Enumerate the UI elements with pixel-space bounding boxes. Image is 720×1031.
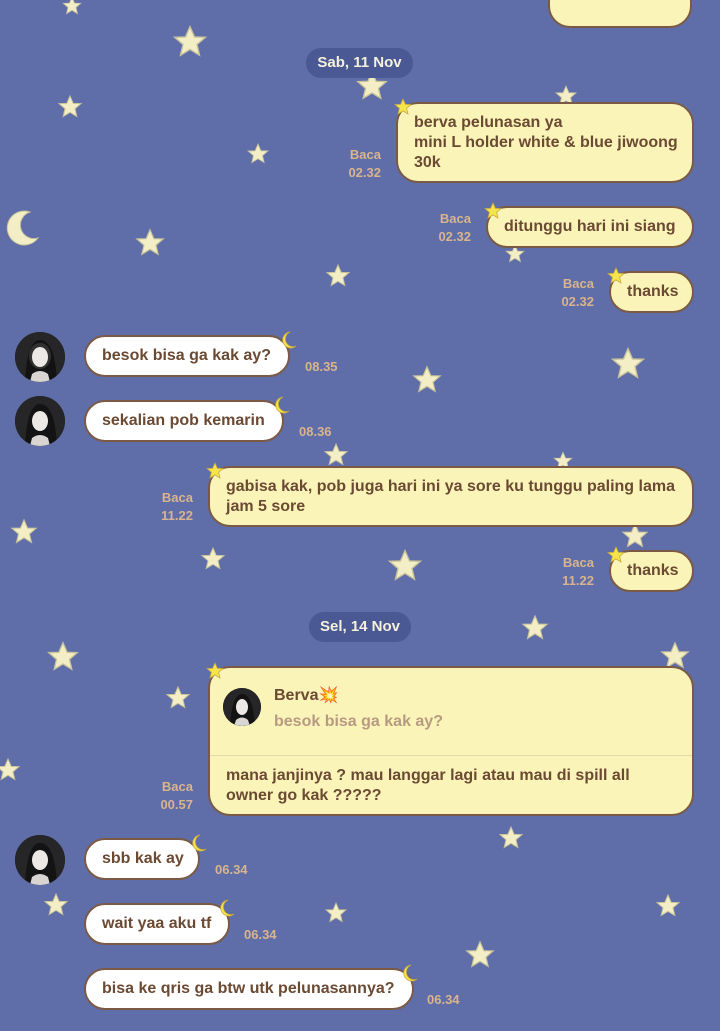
quoted-sender: Berva💥 <box>274 687 339 704</box>
message-time: 02.32 <box>561 294 594 309</box>
star-icon <box>656 894 680 916</box>
message-time: 06.34 <box>427 992 460 1007</box>
message-text: berva pelunasan ya <box>414 113 563 131</box>
message-bubble-incoming[interactable]: wait yaa aku tf <box>84 903 230 945</box>
star-icon <box>166 686 190 708</box>
message-bubble-incoming[interactable]: sekalian pob kemarin <box>84 400 284 442</box>
message-time: 06.34 <box>244 927 277 942</box>
message-time: 11.22 <box>161 508 193 523</box>
star-icon <box>325 902 347 922</box>
read-status: Baca <box>562 555 594 570</box>
message-bubble-incoming[interactable]: bisa ke qris ga btw utk pelunasannya? <box>84 968 414 1010</box>
reply-body: mana janjinya ? mau langgar lagi atau ma… <box>226 766 630 806</box>
star-icon <box>173 25 207 56</box>
message-text: sekalian pob kemarin <box>102 412 265 429</box>
message-time: 08.36 <box>299 424 332 439</box>
message-text: mini L holder white & blue jiwoong <box>414 133 678 151</box>
star-icon <box>201 547 225 569</box>
star-icon <box>611 347 645 378</box>
avatar-photo <box>15 835 65 885</box>
message-time: 06.34 <box>215 862 248 877</box>
star-icon <box>326 264 350 286</box>
read-status: Baca <box>439 211 471 226</box>
message-bubble-incoming[interactable]: besok bisa ga kak ay? <box>84 335 290 377</box>
message-text: thanks <box>627 562 679 579</box>
message-text: wait yaa aku tf <box>102 915 212 932</box>
message-bubble-incoming[interactable]: sbb kak ay <box>84 838 200 880</box>
quoted-text: besok bisa ga kak ay? <box>274 713 443 730</box>
date-separator: Sel, 14 Nov <box>309 612 411 642</box>
star-icon <box>622 523 648 548</box>
star-icon <box>499 826 523 848</box>
message-time: 02.32 <box>438 229 471 244</box>
read-status: Baca <box>161 779 193 794</box>
message-meta: Baca 02.32 <box>561 275 594 311</box>
avatar-photo <box>15 332 65 382</box>
message-bubble-outgoing[interactable]: thanks <box>609 271 694 313</box>
message-meta: Baca 02.32 <box>438 210 471 246</box>
star-icon <box>136 229 164 255</box>
star-icon <box>324 443 348 465</box>
star-icon <box>44 893 68 915</box>
date-separator: Sab, 11 Nov <box>306 48 413 78</box>
star-icon <box>0 758 20 780</box>
star-icon <box>58 95 82 117</box>
message-meta: Baca 11.22 <box>562 554 594 590</box>
message-time: 02.32 <box>348 165 381 180</box>
star-icon <box>466 941 494 968</box>
star-icon <box>48 642 78 670</box>
crescent-moon-icon <box>6 210 40 246</box>
reply-quote[interactable]: Berva💥 besok bisa ga kak ay? <box>210 668 692 754</box>
message-time: 00.57 <box>160 797 193 812</box>
star-icon <box>522 615 548 640</box>
message-bubble-outgoing-reply[interactable]: Berva💥 besok bisa ga kak ay? mana janjin… <box>208 666 694 816</box>
message-time: 08.35 <box>305 359 338 374</box>
message-bubble-outgoing[interactable]: berva pelunasan ya mini L holder white &… <box>396 102 694 183</box>
message-meta: Baca 11.22 <box>161 489 193 525</box>
message-bubble-partial[interactable] <box>548 0 692 28</box>
avatar[interactable] <box>15 835 65 885</box>
message-bubble-outgoing[interactable]: gabisa kak, pob juga hari ini ya sore ku… <box>208 466 694 527</box>
message-text: sbb kak ay <box>102 850 184 867</box>
star-icon <box>247 143 269 164</box>
message-text: mana janjinya ? mau langgar lagi atau ma… <box>226 767 630 784</box>
message-text: gabisa kak, pob juga hari ini ya sore ku… <box>226 477 675 495</box>
avatar[interactable] <box>15 332 65 382</box>
read-status: Baca <box>562 276 594 291</box>
star-icon <box>413 366 441 392</box>
reply-divider <box>210 755 692 756</box>
avatar-photo <box>15 396 65 446</box>
message-bubble-outgoing[interactable]: thanks <box>609 550 694 592</box>
star-icon <box>661 642 689 669</box>
star-icon <box>62 0 82 15</box>
message-meta: Baca 02.32 <box>348 146 381 182</box>
star-icon <box>11 519 37 544</box>
message-time: 11.22 <box>562 573 594 588</box>
message-text: thanks <box>627 283 679 300</box>
message-text: jam 5 sore <box>226 497 306 515</box>
avatar-photo <box>223 688 261 726</box>
avatar[interactable] <box>15 396 65 446</box>
message-meta: Baca 00.57 <box>160 778 193 814</box>
message-text: besok bisa ga kak ay? <box>102 347 271 364</box>
message-text: bisa ke qris ga btw utk pelunasannya? <box>102 980 395 997</box>
read-status: Baca <box>161 490 193 505</box>
read-status: Baca <box>349 147 381 162</box>
message-bubble-outgoing[interactable]: ditunggu hari ini siang <box>486 206 694 248</box>
message-text: ditunggu hari ini siang <box>504 218 676 235</box>
star-icon <box>388 549 422 580</box>
message-text: 30k <box>414 153 441 171</box>
quoted-avatar <box>223 688 261 726</box>
message-text: owner go kak ????? <box>226 787 382 804</box>
